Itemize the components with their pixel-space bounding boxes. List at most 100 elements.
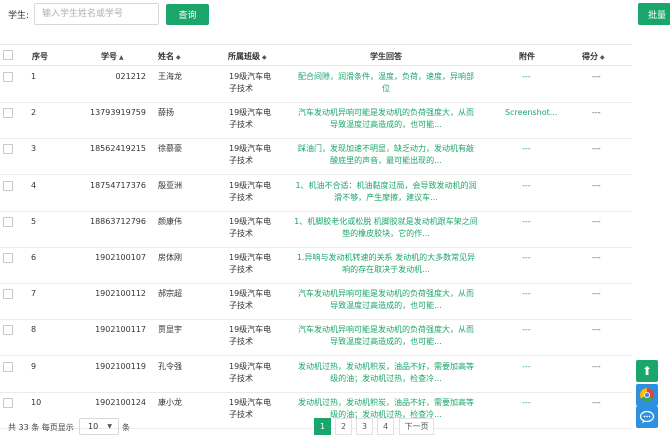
row-class-line1: 19级汽车电 bbox=[229, 217, 272, 226]
row-answer-line1[interactable]: 发动机过热，发动机积炭，油品不好，需要加高等 bbox=[288, 397, 484, 409]
row-answer-line1[interactable]: 发动机过热，发动机积炭，油品不好，需要加高等 bbox=[288, 361, 484, 373]
table-row: 1 021212 王海龙 19级汽车电 子技术 配合间隙，润滑条件，温度，负荷，速度，异响… bbox=[0, 66, 632, 103]
row-seq: 7 bbox=[31, 289, 37, 298]
student-answer-table: 序号 学号 ▲ 姓名 ◆ 所属班级 ◆ 学生回答 附件 得分 ◆ bbox=[0, 44, 632, 66]
row-checkbox[interactable] bbox=[3, 362, 13, 372]
row-student-no: 1902100117 bbox=[95, 325, 146, 334]
header-class[interactable]: 所属班级 ◆ bbox=[228, 51, 267, 62]
row-student-no: 18863712796 bbox=[90, 217, 146, 226]
row-class-line1: 19级汽车电 bbox=[229, 398, 272, 407]
row-checkbox[interactable] bbox=[3, 108, 13, 118]
row-checkbox[interactable] bbox=[3, 253, 13, 263]
row-answer-line1[interactable]: 1、机油不合适：机油黏度过局，会导致发动机的润 bbox=[288, 180, 484, 192]
row-checkbox[interactable] bbox=[3, 325, 13, 335]
row-answer-line2[interactable]: 导致温度过高造成的，也可能... bbox=[288, 300, 484, 312]
row-student-no: 1902100112 bbox=[95, 289, 146, 298]
batch-button[interactable]: 批量 bbox=[638, 3, 670, 25]
row-score: --- bbox=[592, 398, 601, 407]
sort-asc-icon[interactable]: ▲ bbox=[119, 54, 124, 61]
row-class-line2: 子技术 bbox=[229, 374, 253, 383]
row-name: 康小龙 bbox=[158, 398, 182, 407]
page-4-button[interactable]: 4 bbox=[377, 418, 394, 435]
row-answer-line2[interactable]: 响的存在取决于发动机... bbox=[288, 264, 484, 276]
search-input[interactable] bbox=[34, 3, 159, 25]
select-all-checkbox[interactable] bbox=[3, 50, 13, 60]
total-count-text: 共 33 条 每页显示 bbox=[8, 423, 74, 432]
row-score: --- bbox=[592, 289, 601, 298]
row-answer-line1[interactable]: 汽车发动机异响可能是发动机的负荷强度大，从而 bbox=[288, 324, 484, 336]
query-button[interactable]: 查询 bbox=[166, 4, 209, 25]
page-size-select[interactable]: 10 ▼ bbox=[79, 418, 119, 435]
header-attachment: 附件 bbox=[519, 52, 535, 61]
row-name: 孔令强 bbox=[158, 362, 182, 371]
row-name: 徐慕豪 bbox=[158, 144, 182, 153]
row-answer-line2[interactable]: 滑不够，产生摩擦，建议车... bbox=[288, 192, 484, 204]
row-answer-line1[interactable]: 1.异响与发动机转速的关系 发动机的大多数常见异 bbox=[288, 252, 484, 264]
header-seq: 序号 bbox=[32, 52, 48, 61]
table-row: 8 1902100117 贾显宇 19级汽车电 子技术 汽车发动机异响可能是发动机的负荷强… bbox=[0, 319, 632, 356]
row-checkbox[interactable] bbox=[3, 289, 13, 299]
row-student-no: 021212 bbox=[115, 72, 146, 81]
row-checkbox[interactable] bbox=[3, 217, 13, 227]
row-checkbox[interactable] bbox=[3, 72, 13, 82]
sort-icon[interactable]: ◆ bbox=[262, 54, 267, 61]
row-name: 颜康伟 bbox=[158, 217, 182, 226]
row-attachment: --- bbox=[522, 253, 531, 262]
row-attachment: --- bbox=[522, 144, 531, 153]
row-class-line1: 19级汽车电 bbox=[229, 144, 272, 153]
row-answer-line1[interactable]: 汽车发动机异响可能是发动机的负荷强度大，从而 bbox=[288, 107, 484, 119]
row-seq: 5 bbox=[31, 217, 37, 226]
row-seq: 1 bbox=[31, 72, 37, 81]
table-row: 4 18754717376 殷亚洲 19级汽车电 子技术 1、机油不合适：机油黏度过局，会… bbox=[0, 175, 632, 212]
row-answer-line1[interactable]: 配合间隙，润滑条件，温度，负荷，速度，异响部 bbox=[288, 71, 484, 83]
header-score[interactable]: 得分 ◆ bbox=[582, 51, 605, 62]
row-answer-line1[interactable]: 汽车发动机异响可能是发动机的负荷强度大，从而 bbox=[288, 288, 484, 300]
row-class-line2: 子技术 bbox=[229, 265, 253, 274]
row-student-no: 18754717376 bbox=[90, 181, 146, 190]
header-name-label: 姓名 bbox=[158, 52, 174, 61]
row-class-line1: 19级汽车电 bbox=[229, 253, 272, 262]
row-attachment: --- bbox=[522, 217, 531, 226]
row-score: --- bbox=[592, 217, 601, 226]
row-answer-line2[interactable]: 导致温度过高造成的，也可能... bbox=[288, 336, 484, 348]
row-score: --- bbox=[592, 325, 601, 334]
header-name[interactable]: 姓名 ◆ bbox=[158, 51, 181, 62]
row-class-line2: 子技术 bbox=[229, 120, 253, 129]
row-class-line2: 子技术 bbox=[229, 193, 253, 202]
table-row: 6 1902100107 房体刚 19级汽车电 子技术 1.异响与发动机转速的关系 发动机… bbox=[0, 247, 632, 284]
chrome-button[interactable] bbox=[636, 384, 658, 406]
page-size-unit: 条 bbox=[122, 423, 130, 432]
row-class-line1: 19级汽车电 bbox=[229, 362, 272, 371]
row-attachment: --- bbox=[522, 362, 531, 371]
arrow-up-icon: ⬆ bbox=[641, 364, 653, 378]
row-score: --- bbox=[592, 362, 601, 371]
row-answer-line2[interactable]: 位 bbox=[288, 83, 484, 95]
row-seq: 4 bbox=[31, 181, 37, 190]
table-row: 5 18863712796 颜康伟 19级汽车电 子技术 1、机脚胶老化或松脱 机脚胶就是… bbox=[0, 211, 632, 248]
row-checkbox[interactable] bbox=[3, 181, 13, 191]
row-answer-line2[interactable]: 酸底里的声音，最可能出现的... bbox=[288, 155, 484, 167]
row-answer-line2[interactable]: 级的油；发动机过热，检查冷... bbox=[288, 373, 484, 385]
row-answer-line1[interactable]: 踩油门，发现加速不明显，缺乏动力，发动机有敲 bbox=[288, 143, 484, 155]
row-answer-line2[interactable]: 垫的橡皮胶块，它的作... bbox=[288, 228, 484, 240]
row-answer-line1[interactable]: 1、机脚胶老化或松脱 机脚胶就是发动机跟车架之间 bbox=[288, 216, 484, 228]
row-answer-line2[interactable]: 导致温度过高造成的，也可能... bbox=[288, 119, 484, 131]
row-attachment[interactable]: Screenshot... bbox=[505, 107, 557, 119]
header-student-no[interactable]: 学号 ▲ bbox=[101, 51, 124, 62]
sort-icon[interactable]: ◆ bbox=[600, 54, 605, 61]
row-class-line2: 子技术 bbox=[229, 337, 253, 346]
page-2-button[interactable]: 2 bbox=[335, 418, 352, 435]
page-3-button[interactable]: 3 bbox=[356, 418, 373, 435]
row-checkbox[interactable] bbox=[3, 398, 13, 408]
pagination: 共 33 条 每页显示 10 ▼ 条 1 2 3 4 下一页 bbox=[0, 418, 632, 437]
row-checkbox[interactable] bbox=[3, 144, 13, 154]
back-to-top-button[interactable]: ⬆ bbox=[636, 360, 658, 382]
row-attachment: --- bbox=[522, 289, 531, 298]
table-row: 9 1902100119 孔令强 19级汽车电 子技术 发动机过热，发动机积炭，油品不好，… bbox=[0, 356, 632, 393]
chat-button[interactable] bbox=[636, 406, 658, 428]
page-1-button[interactable]: 1 bbox=[314, 418, 331, 435]
page-size-value: 10 bbox=[88, 422, 99, 431]
sort-icon[interactable]: ◆ bbox=[176, 54, 181, 61]
table-header: 序号 学号 ▲ 姓名 ◆ 所属班级 ◆ 学生回答 附件 得分 ◆ bbox=[0, 44, 632, 66]
next-page-button[interactable]: 下一页 bbox=[399, 418, 434, 435]
